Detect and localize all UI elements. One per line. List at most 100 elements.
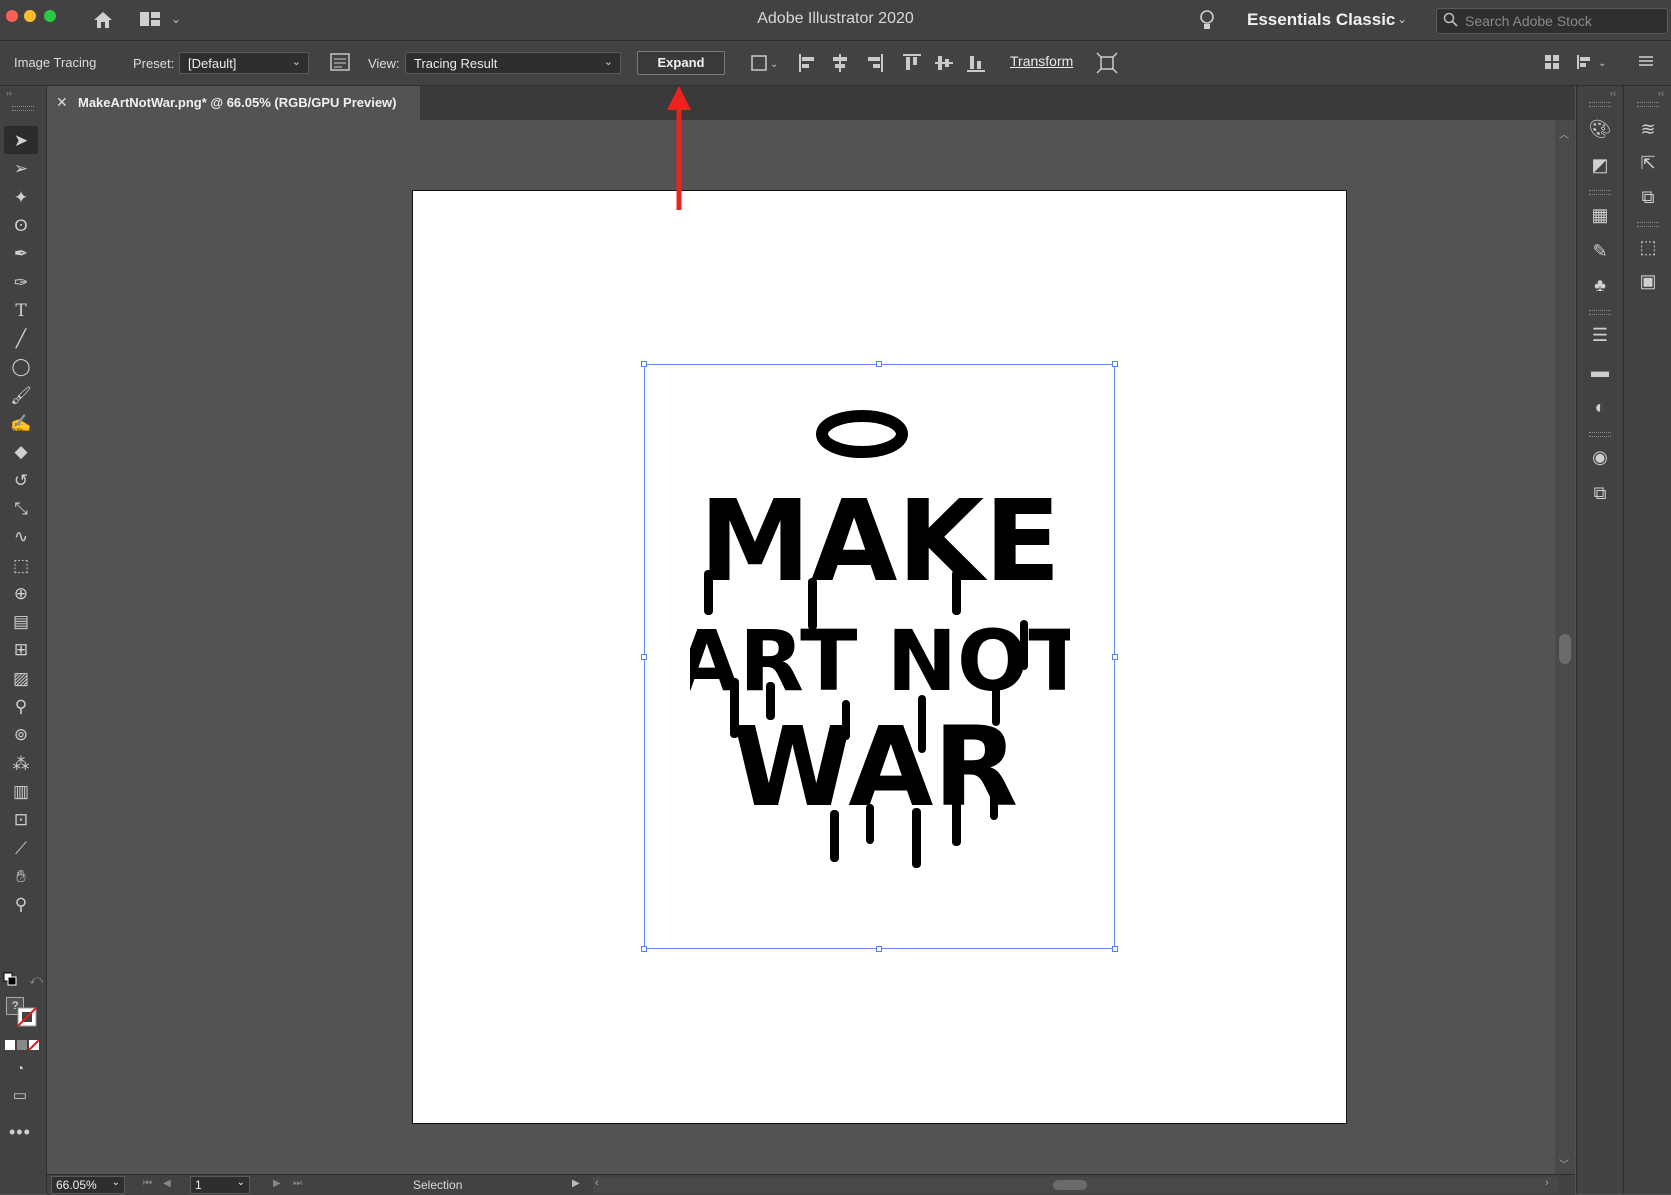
panel-grip[interactable] bbox=[1589, 432, 1611, 437]
swatches-panel-icon[interactable]: ▦ bbox=[1586, 202, 1614, 228]
selection-tool-icon[interactable]: ➤ bbox=[6, 128, 36, 154]
resize-handle[interactable] bbox=[1112, 654, 1118, 660]
slice-icon[interactable]: ⟋ bbox=[6, 836, 36, 862]
arrange-panels-icon[interactable] bbox=[1544, 54, 1560, 75]
zoom-field[interactable]: 66.05% ⌄ bbox=[51, 1176, 125, 1194]
color-guide-icon[interactable]: ◩ bbox=[1586, 152, 1614, 178]
graphic-styles-panel-icon[interactable]: ⧉ bbox=[1586, 480, 1614, 506]
color-panel-icon[interactable]: 🎨︎ bbox=[1586, 116, 1614, 142]
layers-panel-icon[interactable]: ≋ bbox=[1634, 116, 1662, 142]
stroke-panel-icon[interactable]: ☰ bbox=[1586, 322, 1614, 348]
asset-export-panel-icon[interactable]: ⇱ bbox=[1634, 150, 1662, 176]
panel-grip[interactable] bbox=[12, 106, 34, 111]
vertical-scrollbar[interactable]: ︿ ﹀ bbox=[1555, 120, 1575, 1174]
resize-handle[interactable] bbox=[641, 654, 647, 660]
first-artboard-icon[interactable]: ⏮ bbox=[143, 1178, 152, 1189]
horizontal-scrollbar[interactable]: ‹ › bbox=[593, 1177, 1559, 1193]
panel-grip[interactable] bbox=[1637, 222, 1659, 227]
free-transform-icon[interactable]: ⬚ bbox=[6, 553, 36, 579]
status-menu-icon[interactable]: ▶ bbox=[572, 1178, 580, 1189]
libraries-panel-icon[interactable]: ⬚ bbox=[1634, 234, 1662, 260]
preset-dropdown[interactable]: [Default] ⌄ bbox=[179, 52, 309, 74]
tracing-panel-icon[interactable] bbox=[330, 53, 350, 76]
align-left-icon[interactable] bbox=[798, 53, 818, 78]
pen-icon[interactable]: ✒ bbox=[6, 241, 36, 267]
gradient-icon[interactable]: ▨ bbox=[6, 666, 36, 692]
properties-panel-icon[interactable]: ▣ bbox=[1634, 268, 1662, 294]
rotate-icon[interactable]: ↺ bbox=[6, 468, 36, 494]
transform-link[interactable]: Transform bbox=[1010, 53, 1073, 69]
screen-mode-icon[interactable]: ▭ bbox=[8, 1086, 32, 1106]
document-tab[interactable]: ✕ MakeArtNotWar.png* @ 66.05% (RGB/GPU P… bbox=[47, 86, 420, 120]
symbols-panel-icon[interactable]: ♣ bbox=[1586, 272, 1614, 298]
resize-handle[interactable] bbox=[641, 946, 647, 952]
graph-icon[interactable]: ▥ bbox=[6, 779, 36, 805]
distribute-icon[interactable]: ⌄ bbox=[1576, 54, 1610, 75]
panel-grip[interactable] bbox=[1589, 102, 1611, 107]
artboards-panel-icon[interactable]: ⧉ bbox=[1634, 184, 1662, 210]
align-top-icon[interactable] bbox=[902, 53, 922, 78]
isolate-object-icon[interactable] bbox=[1096, 52, 1118, 79]
edit-toolbar-icon[interactable]: ••• bbox=[9, 1122, 31, 1143]
ellipse-icon[interactable]: ◯ bbox=[6, 354, 36, 380]
search-input[interactable] bbox=[1463, 11, 1663, 31]
scale-icon[interactable]: ⤡ bbox=[6, 496, 36, 522]
previous-artboard-icon[interactable]: ◀ bbox=[163, 1178, 171, 1189]
scroll-up-icon[interactable]: ︿ bbox=[1559, 126, 1569, 141]
transparency-panel-icon[interactable]: ◐ bbox=[1586, 394, 1614, 420]
align-to-icon[interactable]: ⌄ bbox=[748, 53, 778, 78]
expand-button[interactable]: Expand bbox=[637, 51, 725, 75]
workspace-switcher[interactable]: Essentials Classic bbox=[1247, 10, 1395, 30]
warp-icon[interactable]: ∿ bbox=[6, 524, 36, 550]
eraser-icon[interactable]: ◆ bbox=[6, 439, 36, 465]
resize-handle[interactable] bbox=[876, 361, 882, 367]
collapse-dock-icon[interactable]: ‹‹ bbox=[1610, 88, 1616, 98]
blob-brush-icon[interactable]: ✍ bbox=[6, 411, 36, 437]
line-icon[interactable]: ╱ bbox=[6, 326, 36, 352]
direct-selection-tool-icon[interactable]: ➢ bbox=[6, 156, 36, 182]
shape-builder-icon[interactable]: ⊕ bbox=[6, 581, 36, 607]
workspace-chevron-icon[interactable]: ⌄ bbox=[1394, 9, 1410, 29]
resize-handle[interactable] bbox=[1112, 361, 1118, 367]
scrollbar-thumb[interactable] bbox=[1559, 634, 1571, 664]
appearance-panel-icon[interactable]: ◉ bbox=[1586, 444, 1614, 470]
brushes-panel-icon[interactable]: ✎ bbox=[1586, 238, 1614, 264]
align-bottom-icon[interactable] bbox=[966, 53, 986, 78]
blend-icon[interactable]: ⊚ bbox=[6, 722, 36, 748]
control-bar-menu-icon[interactable] bbox=[1638, 54, 1654, 73]
panel-grip[interactable] bbox=[1589, 190, 1611, 195]
align-middle-icon[interactable] bbox=[934, 53, 954, 78]
stroke-swatch[interactable] bbox=[16, 1006, 38, 1033]
gradient-panel-icon[interactable]: ▬ bbox=[1586, 358, 1614, 384]
curvature-icon[interactable]: ✑ bbox=[6, 270, 36, 296]
color-gradient-none-icons[interactable] bbox=[4, 1038, 40, 1056]
last-artboard-icon[interactable]: ⏭ bbox=[293, 1178, 302, 1189]
horizontal-scrollbar-thumb[interactable] bbox=[1053, 1180, 1087, 1190]
scroll-right-icon[interactable]: › bbox=[1545, 1177, 1549, 1189]
magic-wand-icon[interactable]: ✦ bbox=[6, 185, 36, 211]
scroll-left-icon[interactable]: ‹ bbox=[595, 1177, 599, 1189]
resize-handle[interactable] bbox=[876, 946, 882, 952]
collapse-dock-icon[interactable]: ‹‹ bbox=[1658, 88, 1664, 98]
artboard-icon[interactable]: ⊡ bbox=[6, 807, 36, 833]
artboard-number-field[interactable]: 1 ⌄ bbox=[190, 1176, 250, 1194]
next-artboard-icon[interactable]: ▶ bbox=[273, 1178, 281, 1189]
lightbulb-icon[interactable] bbox=[1198, 8, 1216, 37]
swap-fill-stroke-icon[interactable]: ⤺ bbox=[29, 972, 43, 988]
default-fill-stroke-icon[interactable] bbox=[3, 972, 17, 991]
resize-handle[interactable] bbox=[1112, 946, 1118, 952]
scroll-down-icon[interactable]: ﹀ bbox=[1559, 1156, 1569, 1171]
type-icon[interactable]: T bbox=[6, 298, 36, 324]
align-right-icon[interactable] bbox=[864, 53, 884, 78]
align-center-icon[interactable] bbox=[830, 53, 850, 78]
search-stock-field[interactable] bbox=[1436, 8, 1668, 34]
resize-handle[interactable] bbox=[641, 361, 647, 367]
draw-mode-icon[interactable]: ◔ bbox=[10, 1058, 30, 1078]
zoom-icon[interactable]: ⚲ bbox=[6, 892, 36, 918]
lasso-icon[interactable]: ʘ bbox=[6, 213, 36, 239]
hand-icon[interactable]: ✋︎ bbox=[6, 864, 36, 890]
view-dropdown[interactable]: Tracing Result ⌄ bbox=[405, 52, 621, 74]
eyedropper-icon[interactable]: ⚲ bbox=[6, 694, 36, 720]
symbol-sprayer-icon[interactable]: ⁂ bbox=[6, 751, 36, 777]
paintbrush-icon[interactable]: 🖌︎ bbox=[6, 383, 36, 409]
